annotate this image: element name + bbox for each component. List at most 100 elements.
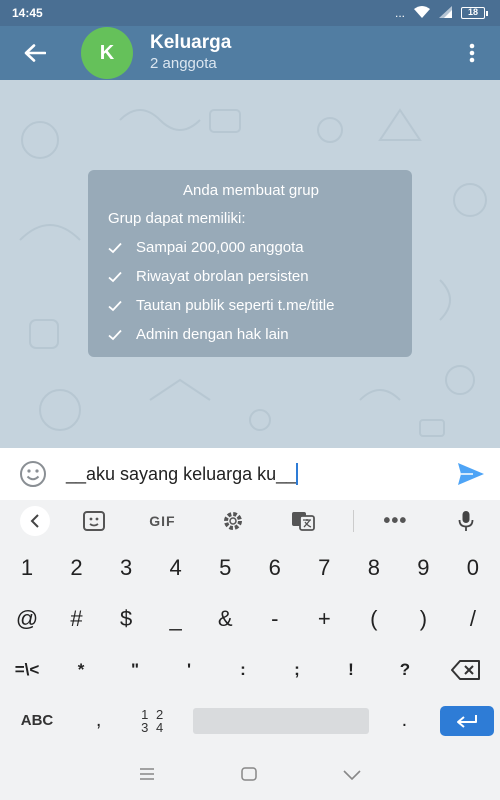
key-plus[interactable]: + xyxy=(303,606,345,632)
chat-title-block[interactable]: Keluarga 2 anggota xyxy=(150,32,231,74)
back-button[interactable] xyxy=(0,26,70,80)
status-icons: ... 18 xyxy=(394,5,488,21)
back-nav-button[interactable] xyxy=(343,767,361,785)
menu-icon xyxy=(140,768,154,780)
key-asterisk[interactable]: * xyxy=(60,660,102,680)
notification-dots: ... xyxy=(394,6,405,20)
sticker-button[interactable] xyxy=(70,500,117,542)
keyboard-toolbar: GIF ••• xyxy=(0,500,500,542)
group-avatar[interactable]: K xyxy=(81,27,133,79)
group-created-info-card: Anda membuat grup Grup dapat memiliki: S… xyxy=(88,170,412,357)
chat-title: Keluarga xyxy=(150,32,232,53)
key-2[interactable]: 2 xyxy=(56,555,98,581)
keyboard-row-symbols: @ # $ _ & - + ( ) / xyxy=(0,593,500,644)
key-3[interactable]: 3 xyxy=(105,555,147,581)
info-card-subtitle: Grup dapat memiliki: xyxy=(108,210,246,227)
info-item: Riwayat obrolan persisten xyxy=(108,268,394,286)
emoji-icon xyxy=(20,461,46,487)
key-question[interactable]: ? xyxy=(384,660,426,680)
comma-key[interactable]: , xyxy=(84,709,114,732)
text-cursor xyxy=(296,463,299,485)
message-input-value: __aku sayang keluarga ku__ xyxy=(66,463,297,484)
key-open-paren[interactable]: ( xyxy=(353,606,395,632)
key-colon[interactable]: : xyxy=(222,660,264,680)
key-close-paren[interactable]: ) xyxy=(402,606,444,632)
key-double-quote[interactable]: " xyxy=(114,660,156,680)
check-icon xyxy=(108,329,136,341)
number-pad-label-bottom: 3 4 xyxy=(141,719,166,735)
number-pad-label-top: 1 2 xyxy=(141,706,166,722)
battery-level: 18 xyxy=(461,7,485,19)
key-dollar[interactable]: $ xyxy=(105,606,147,632)
emoji-button[interactable] xyxy=(0,460,66,488)
send-button[interactable] xyxy=(442,462,500,486)
key-more-symbols[interactable]: =\< xyxy=(6,660,48,680)
key-at[interactable]: @ xyxy=(6,606,48,632)
key-slash[interactable]: / xyxy=(452,606,494,632)
info-item: Admin dengan hak lain xyxy=(108,326,394,344)
translate-icon xyxy=(292,512,316,531)
symbol-keyboard: 1 2 3 4 5 6 7 8 9 0 @ # $ _ & - + ( ) / … xyxy=(0,542,500,752)
key-7[interactable]: 7 xyxy=(303,555,345,581)
info-item-label: Riwayat obrolan persisten xyxy=(136,268,309,285)
key-hash[interactable]: # xyxy=(56,606,98,632)
more-vertical-icon xyxy=(469,43,475,63)
key-1[interactable]: 1 xyxy=(6,555,48,581)
key-single-quote[interactable]: ' xyxy=(168,660,210,680)
keyboard-collapse-button[interactable] xyxy=(0,500,70,542)
send-icon xyxy=(458,463,484,485)
key-minus[interactable]: - xyxy=(254,606,296,632)
recent-apps-button[interactable] xyxy=(139,767,155,785)
info-item-label: Tautan publik seperti t.me/title xyxy=(136,297,335,314)
more-menu-button[interactable] xyxy=(444,26,500,80)
key-ampersand[interactable]: & xyxy=(204,606,246,632)
key-underscore[interactable]: _ xyxy=(155,606,197,632)
keyboard-settings-button[interactable] xyxy=(207,500,258,542)
check-icon xyxy=(108,300,136,312)
enter-key[interactable] xyxy=(439,705,494,736)
info-item-label: Admin dengan hak lain xyxy=(136,326,289,343)
gif-button[interactable]: GIF xyxy=(117,500,207,542)
more-options-button[interactable]: ••• xyxy=(359,500,431,542)
toolbar-divider xyxy=(353,510,355,532)
chevron-left-icon xyxy=(30,514,39,528)
chat-area[interactable]: Anda membuat grup Grup dapat memiliki: S… xyxy=(0,80,500,448)
microphone-icon xyxy=(458,511,474,531)
info-item-label: Sampai 200,000 anggota xyxy=(136,239,304,256)
message-composer: __aku sayang keluarga ku__ xyxy=(0,448,500,500)
translate-button[interactable] xyxy=(258,500,348,542)
voice-input-button[interactable] xyxy=(432,500,500,542)
keyboard-row-punctuation: =\< * " ' : ; ! ? xyxy=(0,644,500,695)
back-arrow-icon xyxy=(24,44,46,62)
info-item: Sampai 200,000 anggota xyxy=(108,239,394,257)
home-button[interactable] xyxy=(241,766,257,786)
system-navigation-bar xyxy=(0,752,500,800)
space-key[interactable] xyxy=(192,707,369,734)
signal-icon xyxy=(439,5,452,21)
keyboard-row-bottom: ABC , 1 2 3 4 . xyxy=(0,695,500,746)
key-0[interactable]: 0 xyxy=(452,555,494,581)
sticker-icon xyxy=(82,511,105,531)
key-4[interactable]: 4 xyxy=(155,555,197,581)
check-icon xyxy=(108,242,136,254)
info-item: Tautan publik seperti t.me/title xyxy=(108,297,394,315)
period-key[interactable]: . xyxy=(384,709,424,732)
status-time: 14:45 xyxy=(12,6,43,20)
key-8[interactable]: 8 xyxy=(353,555,395,581)
backspace-icon xyxy=(451,659,480,680)
enter-icon xyxy=(456,714,477,728)
chat-member-count: 2 anggota xyxy=(150,55,217,72)
key-9[interactable]: 9 xyxy=(402,555,444,581)
chat-header: K Keluarga 2 anggota xyxy=(0,26,500,80)
backspace-key[interactable] xyxy=(438,659,494,680)
abc-key[interactable]: ABC xyxy=(6,712,68,729)
key-5[interactable]: 5 xyxy=(204,555,246,581)
key-semicolon[interactable]: ; xyxy=(276,660,318,680)
keyboard-row-numbers: 1 2 3 4 5 6 7 8 9 0 xyxy=(0,542,500,593)
status-bar: 14:45 ... 18 xyxy=(0,0,500,26)
key-exclamation[interactable]: ! xyxy=(330,660,372,680)
number-pad-key[interactable]: 1 2 3 4 xyxy=(129,708,177,734)
message-input[interactable]: __aku sayang keluarga ku__ xyxy=(66,463,299,485)
chevron-down-icon xyxy=(343,770,361,781)
key-6[interactable]: 6 xyxy=(254,555,296,581)
